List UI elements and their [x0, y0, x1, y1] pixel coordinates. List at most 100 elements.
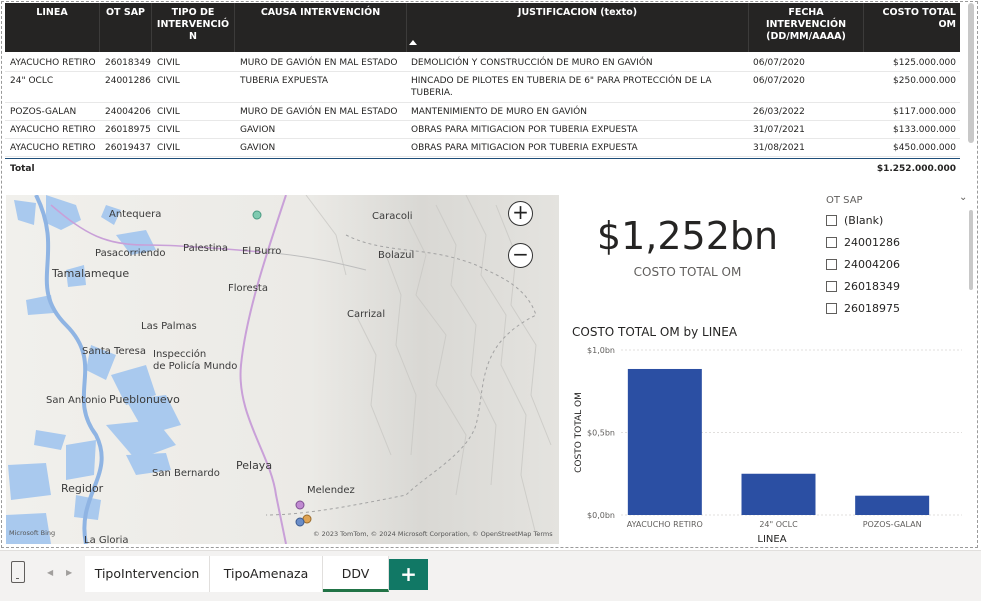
map-label: Antequera	[109, 209, 162, 220]
bar[interactable]	[741, 473, 816, 515]
map-label: Pueblonuevo	[109, 393, 180, 406]
header-ot-sap[interactable]: OT SAP	[100, 3, 152, 52]
cell-ot: 26018349	[105, 58, 151, 68]
table-total-row: Total $1.252.000.000	[5, 158, 960, 178]
bar[interactable]	[627, 368, 702, 515]
cell-fecha: 26/03/2022	[753, 107, 805, 117]
cell-linea: AYACUCHO RETIRO	[10, 125, 96, 135]
table-row[interactable]: AYACUCHO RETIRO 26018349 CIVIL MURO DE G…	[5, 54, 960, 72]
add-page-button[interactable]: +	[389, 559, 428, 590]
slicer-scrollbar[interactable]	[969, 210, 973, 290]
cell-linea: POZOS-GALAN	[10, 107, 77, 117]
slicer-item-label: 24004206	[844, 258, 900, 271]
zoom-out-button[interactable]: −	[508, 243, 533, 268]
bar[interactable]	[855, 495, 930, 515]
cell-justificacion: DEMOLICIÓN Y CONSTRUCCIÓN DE MURO EN GAV…	[411, 58, 653, 68]
bar-chart[interactable]: COSTO TOTAL OM by LINEA $0,0bn $0,5bn $1,0…	[566, 320, 972, 546]
x-tick-label: POZOS-GALAN	[863, 520, 922, 529]
phone-layout-icon[interactable]	[11, 561, 25, 583]
map-label: Tamalameque	[52, 267, 130, 280]
cell-causa: MURO DE GAVIÓN EN MAL ESTADO	[240, 58, 398, 68]
tab-tipoamenaza[interactable]: TipoAmenaza	[210, 556, 323, 592]
cell-fecha: 31/07/2021	[753, 125, 805, 135]
map-label: Caracoli	[372, 211, 413, 222]
cell-justificacion: HINCADO DE PILOTES EN TUBERIA DE 6" PARA…	[411, 76, 712, 98]
map-label: Carrizal	[347, 309, 386, 320]
table-row[interactable]: 24" OCLC 24001286 CIVIL TUBERIA EXPUESTA…	[5, 72, 960, 103]
map-label: Palestina	[183, 243, 229, 254]
checkbox[interactable]	[826, 215, 837, 226]
chevron-down-icon[interactable]: ⌄	[959, 192, 967, 203]
slicer-item[interactable]: 24004206	[826, 257, 956, 275]
cell-justificacion: OBRAS PARA MITIGACION POR TUBERIA EXPUES…	[411, 125, 638, 135]
map-label: Bolazul	[378, 250, 415, 261]
total-label: Total	[10, 164, 35, 174]
header-tipo-intervencion[interactable]: TIPO DE INTERVENCIÓ N	[152, 3, 235, 52]
tab-tipointervencion[interactable]: TipoIntervencion	[85, 556, 210, 592]
slicer-item-label: 26018975	[844, 302, 900, 315]
map-credits[interactable]: © 2023 TomTom, © 2024 Microsoft Corporat…	[313, 530, 553, 538]
header-justificacion[interactable]: JUSTIFICACION (texto)	[407, 3, 749, 52]
slicer-item-label: 26018349	[844, 280, 900, 293]
cell-costo: $450.000.000	[893, 143, 956, 153]
cell-fecha: 31/08/2021	[753, 143, 805, 153]
page-tab-bar: ◀ ▶ TipoIntervencion TipoAmenaza DDV +	[0, 550, 981, 601]
checkbox[interactable]	[826, 303, 837, 314]
header-fecha-intervencion[interactable]: FECHA INTERVENCIÓN (DD/MM/AAAA)	[749, 3, 864, 52]
header-linea[interactable]: LINEA	[5, 3, 100, 52]
cell-causa: GAVION	[240, 125, 276, 135]
tab-ddv[interactable]: DDV	[323, 556, 389, 592]
cell-fecha: 06/07/2020	[753, 58, 805, 68]
slicer-item[interactable]: 26018349	[826, 279, 956, 297]
header-costo-total[interactable]: COSTO TOTAL OM	[864, 3, 960, 52]
cell-causa: MURO DE GAVIÓN EN MAL ESTADO	[240, 107, 398, 117]
data-table[interactable]: LINEA OT SAP TIPO DE INTERVENCIÓ N CAUSA I…	[5, 3, 960, 179]
map-label: Pasacorriendo	[95, 248, 166, 259]
bing-logo: Microsoft Bing	[9, 529, 56, 537]
y-tick-label: $0,5bn	[587, 429, 615, 438]
chevron-right-icon[interactable]: ▶	[66, 568, 72, 577]
map-label: Melendez	[307, 485, 355, 496]
map-label: San Antonio	[46, 395, 107, 406]
checkbox[interactable]	[826, 259, 837, 270]
sort-ascending-icon	[409, 40, 417, 45]
slicer-item[interactable]: 26018975	[826, 301, 956, 319]
slicer-item[interactable]: (Blank)	[826, 213, 956, 231]
y-tick-label: $0,0bn	[587, 511, 615, 520]
cell-tipo: CIVIL	[157, 143, 180, 153]
table-row[interactable]: AYACUCHO RETIRO 26018975 CIVIL GAVION OB…	[5, 121, 960, 139]
x-axis-label: LINEA	[757, 534, 786, 545]
chevron-left-icon[interactable]: ◀	[47, 568, 53, 577]
header-causa-intervencion[interactable]: CAUSA INTERVENCIÓN	[235, 3, 407, 52]
map-label: Regidor	[61, 482, 104, 495]
cell-causa: GAVION	[240, 143, 276, 153]
table-row[interactable]: AYACUCHO RETIRO 26019437 CIVIL GAVION OB…	[5, 139, 960, 157]
ot-sap-slicer[interactable]: OT SAP ⌄ (Blank) 24001286 24004206 26018…	[822, 192, 973, 322]
cell-tipo: CIVIL	[157, 125, 180, 135]
map-label: Inspección	[153, 349, 207, 360]
slicer-item-label: (Blank)	[844, 214, 884, 227]
map-visual[interactable]: Antequera Caracoli Pasacorriendo Palesti…	[6, 195, 559, 544]
cell-ot: 24001286	[105, 76, 151, 86]
cell-linea: AYACUCHO RETIRO	[10, 143, 96, 153]
cell-linea: 24" OCLC	[10, 76, 54, 86]
cell-fecha: 06/07/2020	[753, 76, 805, 86]
cell-linea: AYACUCHO RETIRO	[10, 58, 96, 68]
cell-ot: 24004206	[105, 107, 151, 117]
zoom-in-button[interactable]: +	[508, 201, 533, 226]
cell-tipo: CIVIL	[157, 58, 180, 68]
bar-chart-svg: $0,0bn $0,5bn $1,0bn COSTO TOTAL OM AYACUCHO…	[574, 346, 962, 545]
slicer-item[interactable]: 24001286	[826, 235, 956, 253]
table-row[interactable]: POZOS-GALAN 24004206 CIVIL MURO DE GAVIÓ…	[5, 103, 960, 121]
checkbox[interactable]	[826, 281, 837, 292]
table-scrollbar[interactable]	[968, 3, 974, 143]
checkbox[interactable]	[826, 237, 837, 248]
cell-costo: $125.000.000	[893, 58, 956, 68]
y-tick-label: $1,0bn	[587, 346, 615, 355]
slicer-item-label: 24001286	[844, 236, 900, 249]
x-tick-label: AYACUCHO RETIRO	[627, 520, 703, 529]
x-tick-label: 24" OCLC	[759, 520, 798, 529]
kpi-card-value: $1,252bn	[596, 214, 779, 258]
map-label: Pelaya	[236, 459, 273, 472]
map-label: Las Palmas	[141, 321, 197, 332]
